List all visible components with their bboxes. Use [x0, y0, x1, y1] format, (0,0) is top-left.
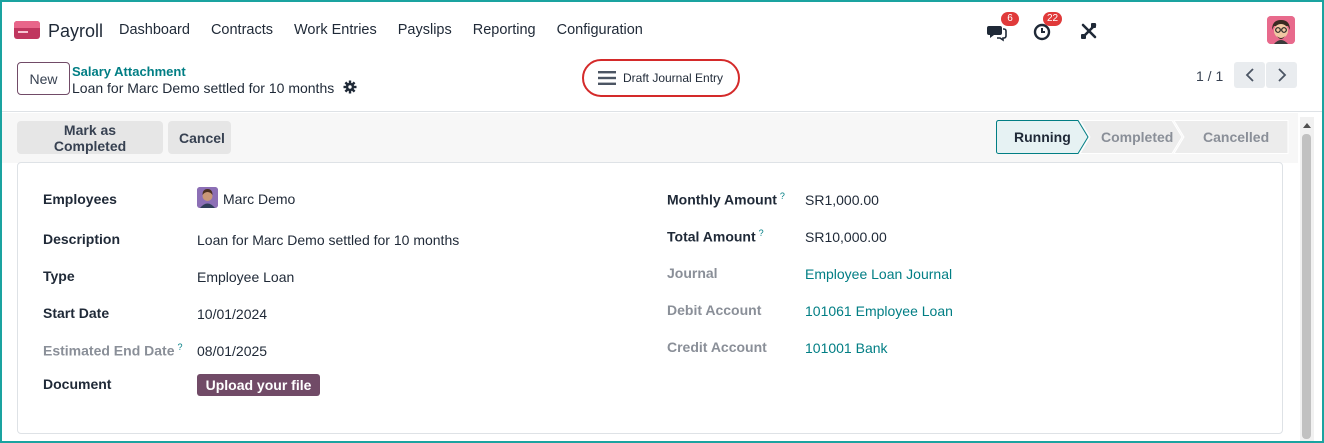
record-actions-gear-icon[interactable] [343, 80, 357, 97]
scroll-up-arrow-icon[interactable] [1302, 121, 1312, 129]
activities-badge: 22 [1043, 12, 1063, 26]
pager-value[interactable]: 1 / 1 [1196, 68, 1223, 84]
messages-button[interactable]: 6 [987, 12, 1019, 44]
document-label: Document [43, 376, 112, 392]
debit-account-link[interactable]: 101061 Employee Loan [805, 303, 953, 319]
total-amount-label: Total Amount? [667, 228, 764, 245]
status-bar: Mark as Completed Cancel Running Complet… [2, 113, 1298, 163]
monthly-amount-label: Monthly Amount? [667, 191, 785, 208]
pager-previous-button[interactable] [1234, 62, 1265, 88]
estimated-end-date-field: 08/01/2025 [197, 343, 268, 359]
form-sheet: Employees Marc Demo Description Loan for… [17, 162, 1283, 434]
stage-completed[interactable]: Completed [1101, 129, 1173, 145]
start-date-label: Start Date [43, 305, 110, 321]
credit-account-link[interactable]: 101001 Bank [805, 340, 888, 356]
chevron-left-icon [1245, 68, 1254, 82]
breadcrumb-current-record: Loan for Marc Demo settled for 10 months [72, 80, 335, 96]
debit-account-label: Debit Account [667, 302, 762, 318]
help-tooltip-icon[interactable]: ? [759, 228, 764, 238]
menu-reporting[interactable]: Reporting [473, 22, 536, 38]
employee-avatar[interactable] [197, 187, 218, 208]
upload-file-button[interactable]: Upload your file [197, 374, 320, 396]
menu-work-entries[interactable]: Work Entries [294, 22, 377, 38]
description-label: Description [43, 231, 121, 247]
start-date-field[interactable]: 10/01/2024 [197, 306, 267, 322]
stage-running[interactable]: Running [1014, 129, 1071, 145]
draft-journal-entry-label: Draft Journal Entry [623, 71, 724, 85]
control-panel: New Salary Attachment Loan for Marc Demo… [2, 58, 1322, 112]
pager-next-button[interactable] [1266, 62, 1297, 88]
estimated-end-date-label: Estimated End Date? [43, 342, 183, 359]
menu-configuration[interactable]: Configuration [557, 22, 643, 38]
menu-payslips[interactable]: Payslips [398, 22, 452, 38]
debug-tools-button[interactable] [1080, 16, 1100, 44]
total-amount-field[interactable]: SR10,000.00 [805, 229, 887, 245]
help-tooltip-icon[interactable]: ? [177, 342, 182, 352]
chevron-right-icon [1277, 68, 1286, 82]
type-label: Type [43, 268, 75, 284]
description-field[interactable]: Loan for Marc Demo settled for 10 months [197, 232, 459, 248]
journal-label: Journal [667, 265, 718, 281]
employee-name[interactable]: Marc Demo [223, 191, 295, 207]
new-button[interactable]: New [17, 62, 70, 95]
menu-contracts[interactable]: Contracts [211, 22, 273, 38]
employees-label: Employees [43, 191, 117, 207]
mark-as-completed-button[interactable]: Mark as Completed [17, 121, 163, 154]
scrollbar-thumb[interactable] [1302, 134, 1311, 439]
hamburger-icon [598, 71, 616, 85]
top-navbar: Payroll Dashboard Contracts Work Entries… [2, 2, 1322, 58]
type-field[interactable]: Employee Loan [197, 269, 294, 285]
breadcrumb-parent-link[interactable]: Salary Attachment [72, 64, 186, 79]
cancel-button[interactable]: Cancel [168, 121, 231, 154]
app-name[interactable]: Payroll [48, 21, 103, 42]
journal-link[interactable]: Employee Loan Journal [805, 266, 952, 282]
draft-journal-entry-smart-button[interactable]: Draft Journal Entry [582, 59, 740, 97]
payroll-app-icon[interactable] [14, 21, 40, 39]
help-tooltip-icon[interactable]: ? [780, 191, 785, 201]
menu-dashboard[interactable]: Dashboard [119, 22, 190, 38]
monthly-amount-field[interactable]: SR1,000.00 [805, 192, 879, 208]
user-avatar[interactable] [1267, 16, 1295, 44]
messages-badge: 6 [1001, 12, 1019, 26]
window-frame: Payroll Dashboard Contracts Work Entries… [0, 0, 1324, 443]
credit-account-label: Credit Account [667, 339, 767, 355]
tools-icon [1081, 23, 1097, 39]
activities-button[interactable]: 22 [1033, 12, 1067, 44]
stage-cancelled[interactable]: Cancelled [1203, 129, 1269, 145]
main-menu: Dashboard Contracts Work Entries Payslip… [119, 22, 664, 38]
